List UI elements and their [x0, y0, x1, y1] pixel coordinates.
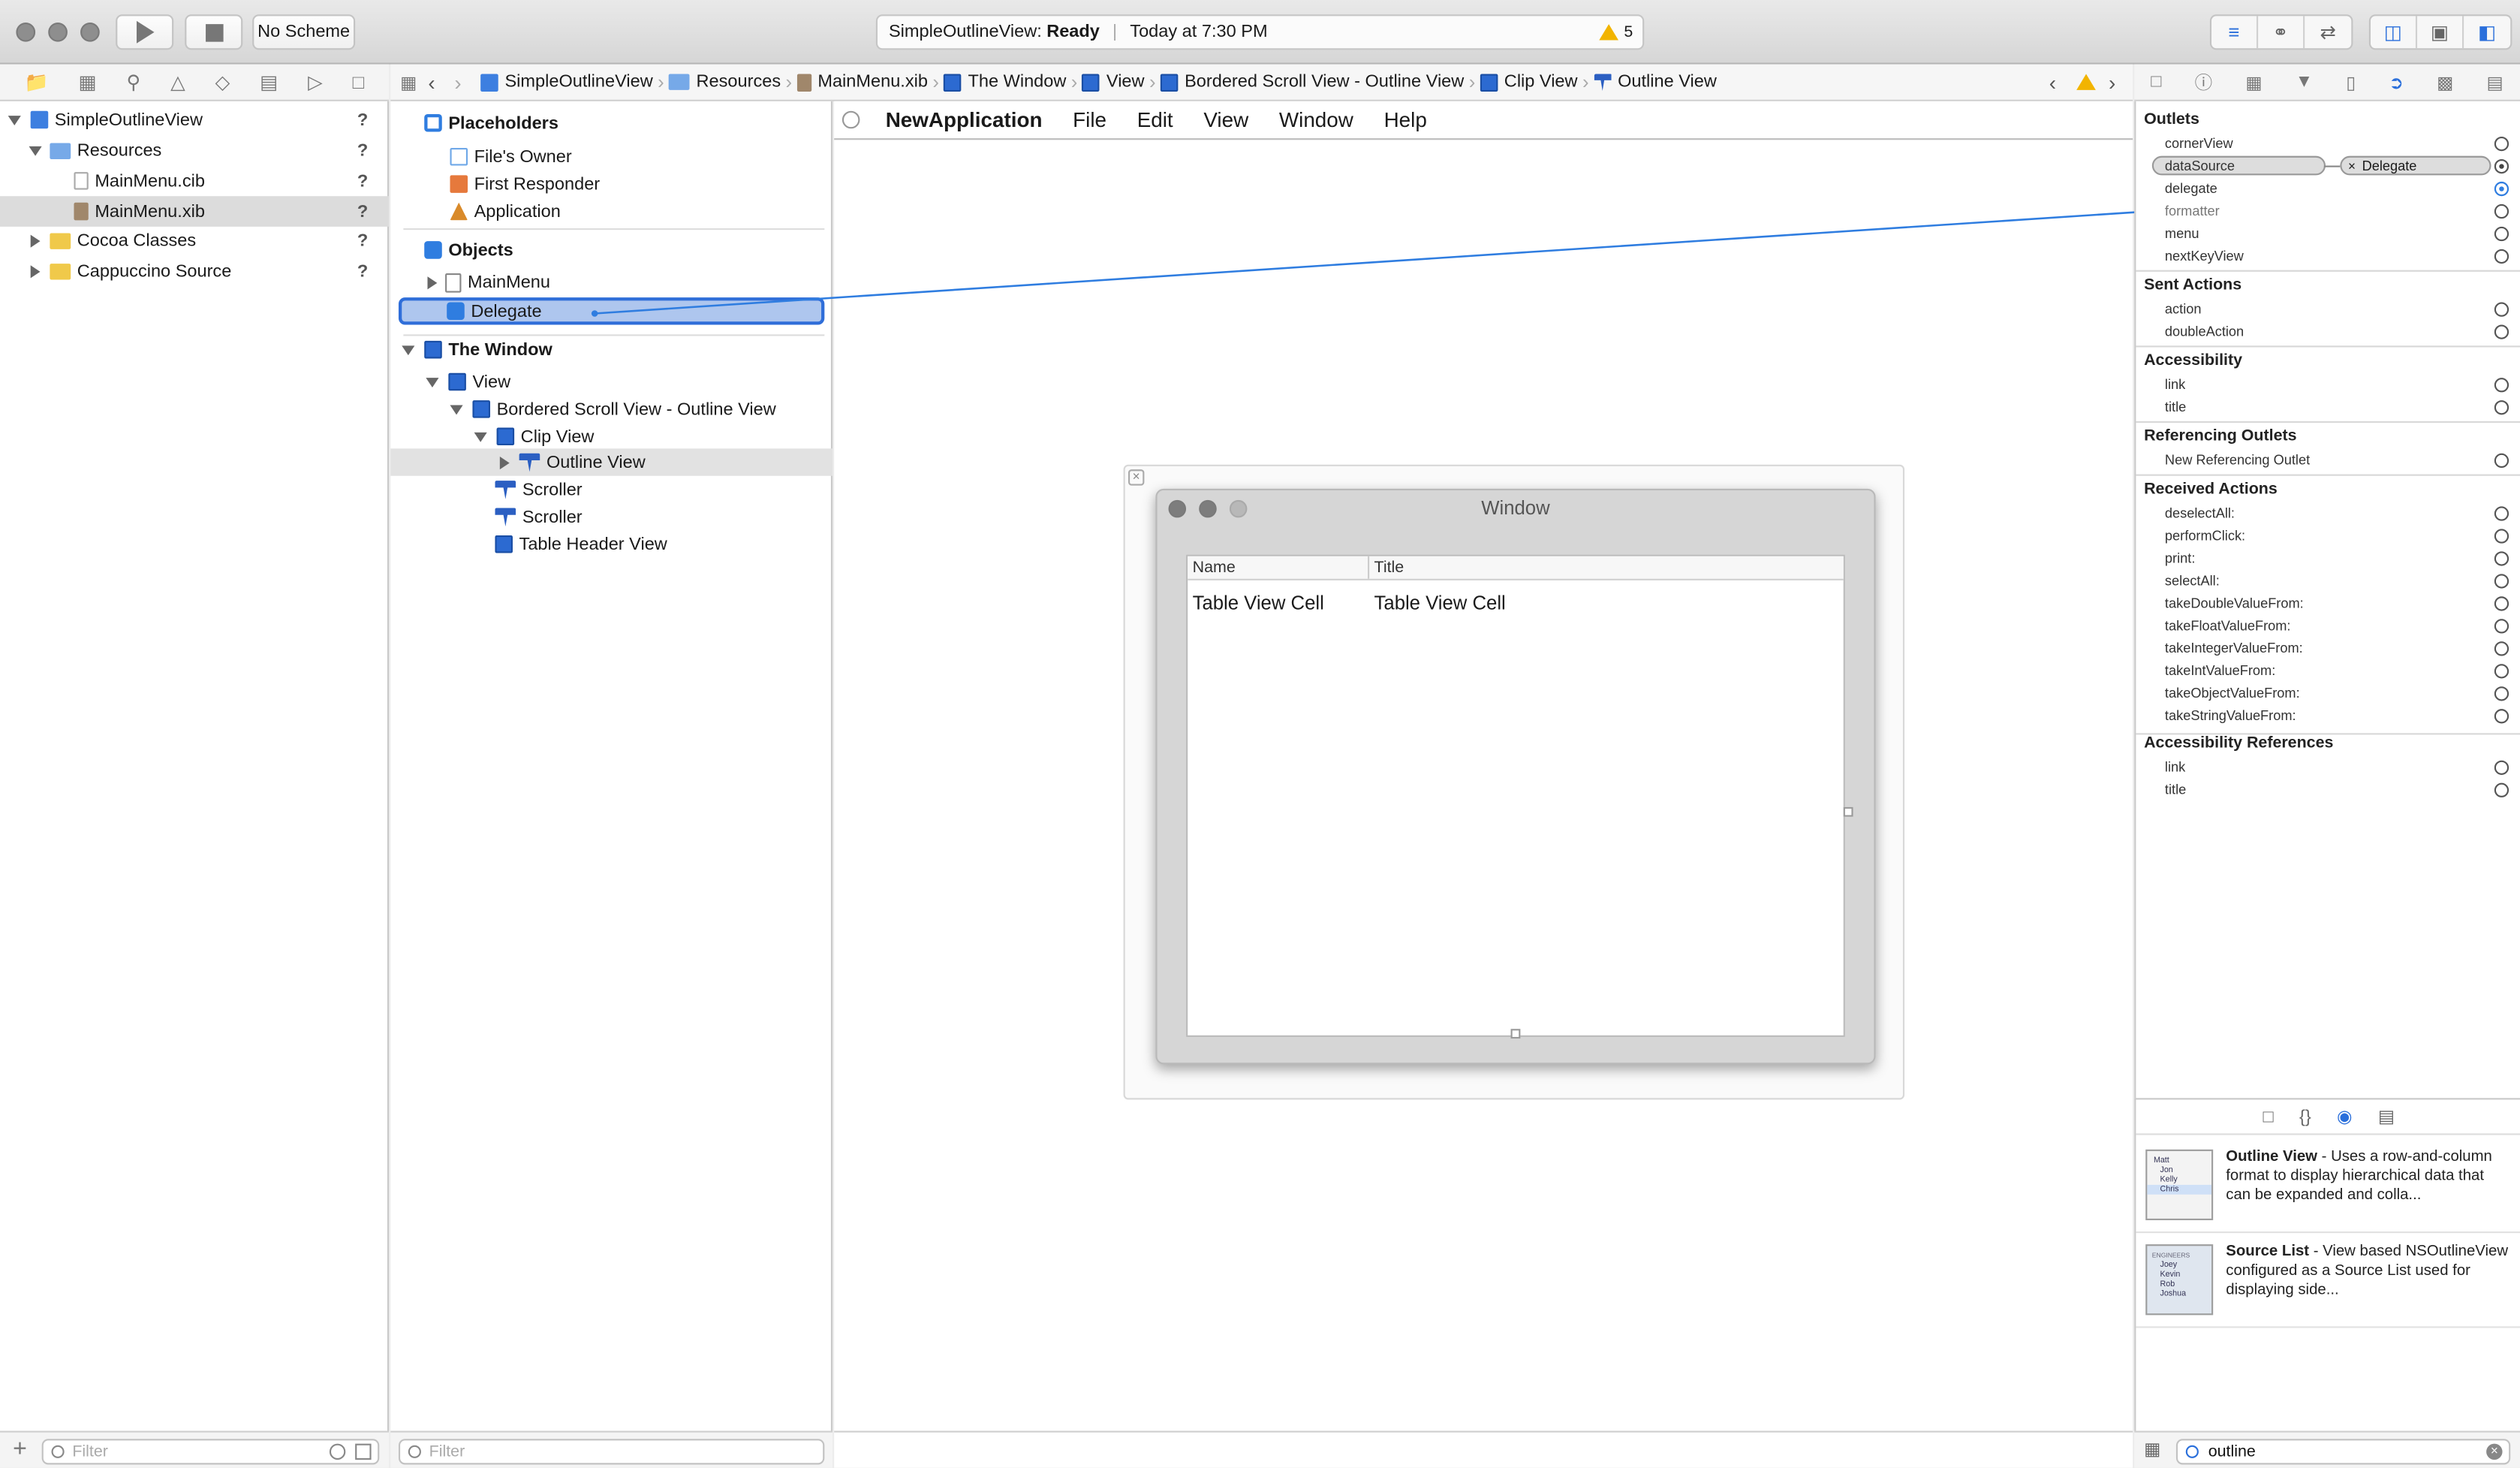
navigator-filter-bar: + Filter	[0, 1430, 390, 1468]
referencing-outlet-connector[interactable]	[2494, 453, 2509, 469]
outlet-connector-filled[interactable]	[2494, 158, 2509, 174]
received-action-connector[interactable]	[2494, 664, 2509, 679]
accessibility-reference-connector[interactable]	[2494, 760, 2509, 775]
media-library-icon[interactable]: ▤	[2378, 1106, 2395, 1127]
section-heading-accessibility: Accessibility	[2144, 351, 2243, 370]
library-search-value: outline	[2208, 1442, 2256, 1461]
thumb-text: Matt	[2153, 1156, 2169, 1166]
navigator-filter-input[interactable]: Filter	[41, 1439, 380, 1465]
outline-filter-input[interactable]: Filter	[398, 1439, 825, 1465]
outlet-label: dataSource	[2164, 157, 2235, 174]
library-selector-bar: □ {} ◉ ▤	[2136, 1099, 2520, 1135]
code-snippet-library-icon[interactable]: {}	[2299, 1107, 2311, 1126]
action-label: doubleAction	[2164, 323, 2245, 339]
received-action-label: selectAll:	[2164, 572, 2220, 589]
outlet-label: menu	[2164, 225, 2199, 242]
accessibility-connector[interactable]	[2494, 378, 2509, 393]
file-template-library-icon[interactable]: □	[2263, 1107, 2273, 1126]
filter-placeholder: Filter	[72, 1442, 108, 1461]
accessibility-reference-label: title	[2164, 781, 2187, 797]
thumb-text: ENGINEERS	[2151, 1250, 2190, 1259]
scm-status-icon[interactable]	[355, 1443, 372, 1460]
thumb-text: Kelly	[2160, 1175, 2178, 1185]
library-search-input[interactable]: outline ×	[2175, 1439, 2511, 1465]
action-connector[interactable]	[2494, 302, 2509, 317]
library-item-title: Source List	[2226, 1242, 2310, 1261]
thumb-text: Kevin	[2160, 1270, 2181, 1280]
received-action-label: takeStringValueFrom:	[2164, 707, 2296, 724]
received-action-connector[interactable]	[2494, 574, 2509, 589]
library-item-title: Outline View	[2226, 1147, 2317, 1166]
received-action-label: takeIntegerValueFrom:	[2164, 640, 2303, 656]
outlet-label: delegate	[2164, 179, 2217, 197]
section-heading-accessibility-references: Accessibility References	[2144, 734, 2334, 752]
section-heading-referencing-outlets: Referencing Outlets	[2144, 427, 2297, 446]
canvas-bottom-bar	[834, 1430, 2133, 1468]
recent-files-icon[interactable]	[329, 1443, 346, 1460]
outlet-connector[interactable]	[2494, 249, 2509, 264]
received-action-label: deselectAll:	[2164, 505, 2235, 521]
outlet-connector-active[interactable]	[2494, 181, 2509, 197]
accessibility-label: link	[2164, 375, 2186, 393]
outlet-label: nextKeyView	[2164, 247, 2244, 264]
received-action-connector[interactable]	[2494, 551, 2509, 566]
thumb-text: Jon	[2160, 1165, 2173, 1176]
section-heading-sent-actions: Sent Actions	[2144, 276, 2242, 294]
remove-connection-icon[interactable]: ×	[2348, 158, 2356, 173]
library-grid-icon[interactable]: ▦	[2144, 1439, 2160, 1460]
source-list-thumbnail: ENGINEERS Joey Kevin Rob Joshua	[2145, 1244, 2214, 1316]
outlet-label: formatter	[2164, 202, 2220, 219]
add-file-icon[interactable]: +	[13, 1436, 27, 1463]
received-action-connector[interactable]	[2494, 641, 2509, 656]
datasource-connection[interactable]: × Delegate	[2340, 155, 2491, 176]
thumb-text: Rob	[2160, 1280, 2175, 1290]
outlet-connector[interactable]	[2494, 203, 2509, 219]
section-heading-received-actions: Received Actions	[2144, 481, 2278, 499]
outline-view-thumbnail: Matt Jon Kelly Chris	[2145, 1149, 2214, 1221]
received-action-connector[interactable]	[2494, 506, 2509, 521]
clear-search-icon[interactable]: ×	[2486, 1443, 2503, 1460]
filter-placeholder: Filter	[429, 1442, 465, 1461]
outlet-connector[interactable]	[2494, 136, 2509, 152]
filter-icon	[408, 1445, 421, 1458]
thumb-text: Joey	[2160, 1260, 2178, 1271]
outlet-connector[interactable]	[2494, 226, 2509, 242]
object-library-icon[interactable]: ◉	[2337, 1106, 2353, 1127]
received-action-connector[interactable]	[2494, 596, 2509, 611]
thumb-text: Chris	[2147, 1184, 2212, 1195]
section-heading-outlets: Outlets	[2144, 110, 2199, 129]
accessibility-label: title	[2164, 398, 2187, 415]
referencing-outlet-label: New Referencing Outlet	[2164, 451, 2311, 469]
filter-icon	[51, 1445, 65, 1458]
library-filter-bar: ▦ outline ×	[2134, 1430, 2520, 1468]
received-action-label: takeObjectValueFrom:	[2164, 685, 2300, 701]
thumb-text: Joshua	[2160, 1289, 2187, 1299]
outline-filter-bar: Filter	[390, 1430, 833, 1468]
accessibility-reference-label: link	[2164, 758, 2186, 775]
accessibility-connector[interactable]	[2494, 400, 2509, 415]
received-action-connector[interactable]	[2494, 529, 2509, 544]
received-action-connector[interactable]	[2494, 709, 2509, 724]
received-action-label: print:	[2164, 550, 2196, 566]
received-action-label: performClick:	[2164, 527, 2246, 544]
received-action-label: takeFloatValueFrom:	[2164, 617, 2291, 634]
connection-endpoint	[591, 310, 598, 317]
outlet-label: cornerView	[2164, 134, 2233, 152]
library-item-source-list[interactable]: ENGINEERS Joey Kevin Rob Joshua Source L…	[2136, 1234, 2520, 1328]
received-action-label: takeIntValueFrom:	[2164, 662, 2276, 679]
filter-icon	[2185, 1445, 2199, 1458]
object-library: □ {} ◉ ▤ Matt Jon Kelly Chris Outline Vi…	[2134, 1098, 2520, 1431]
received-action-connector[interactable]	[2494, 686, 2509, 701]
library-item-description: Source List - View based NSOutlineView c…	[2226, 1243, 2512, 1320]
library-item-description: Outline View - Uses a row-and-column for…	[2226, 1148, 2512, 1225]
library-item-outline-view[interactable]: Matt Jon Kelly Chris Outline View - Uses…	[2136, 1140, 2520, 1234]
action-label: action	[2164, 300, 2202, 317]
received-action-label: takeDoubleValueFrom:	[2164, 595, 2304, 611]
action-connector[interactable]	[2494, 324, 2509, 339]
received-action-connector[interactable]	[2494, 619, 2509, 634]
connection-target-label: Delegate	[2362, 157, 2417, 174]
accessibility-reference-connector[interactable]	[2494, 782, 2509, 797]
connections-inspector: Outlets cornerView dataSource × Delegate …	[2134, 101, 2520, 1099]
